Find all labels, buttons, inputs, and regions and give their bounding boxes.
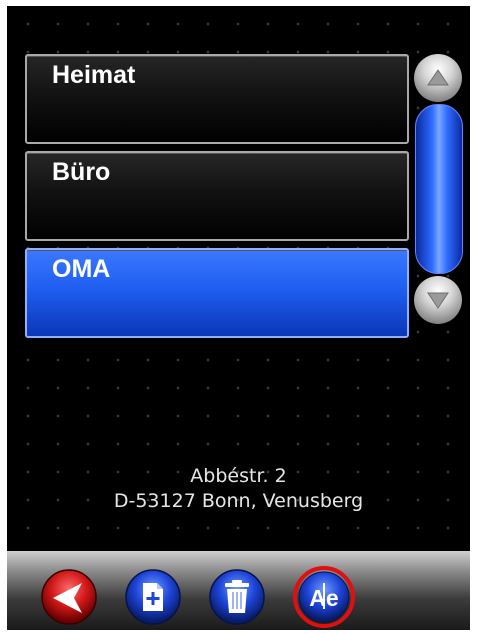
address-street: Abbéstr. 2 <box>190 465 287 487</box>
scroll-thumb[interactable] <box>415 104 463 274</box>
location-list: Heimat Büro OMA <box>25 54 409 345</box>
list-item-label: Heimat <box>52 61 136 89</box>
list-item-label: Büro <box>52 158 111 186</box>
scrollbar[interactable] <box>412 54 464 324</box>
list-item-heimat[interactable]: Heimat <box>25 54 409 144</box>
delete-button[interactable] <box>208 568 266 626</box>
trash-icon <box>209 569 265 625</box>
list-item-oma[interactable]: OMA <box>25 248 409 338</box>
chevron-up-icon <box>427 69 449 86</box>
new-document-icon <box>125 569 181 625</box>
list-item-label: OMA <box>52 255 111 283</box>
list-item-buero[interactable]: Büro <box>25 151 409 241</box>
scroll-down-button[interactable] <box>414 276 462 324</box>
back-button[interactable] <box>40 568 98 626</box>
back-icon <box>41 569 97 625</box>
chevron-down-icon <box>427 292 449 309</box>
new-location-button[interactable] <box>124 568 182 626</box>
address-block: Abbéstr. 2 D-53127 Bonn, Venusberg <box>7 464 470 514</box>
rename-icon: Ae <box>293 566 355 628</box>
address-city: D-53127 Bonn, Venusberg <box>113 490 364 512</box>
app-screen: Heimat Büro OMA Abbéstr. 2 D-53127 Bonn,… <box>7 6 470 630</box>
rename-button[interactable]: Ae <box>292 565 356 629</box>
bottom-toolbar: Ae <box>7 551 470 630</box>
scroll-up-button[interactable] <box>414 54 462 102</box>
